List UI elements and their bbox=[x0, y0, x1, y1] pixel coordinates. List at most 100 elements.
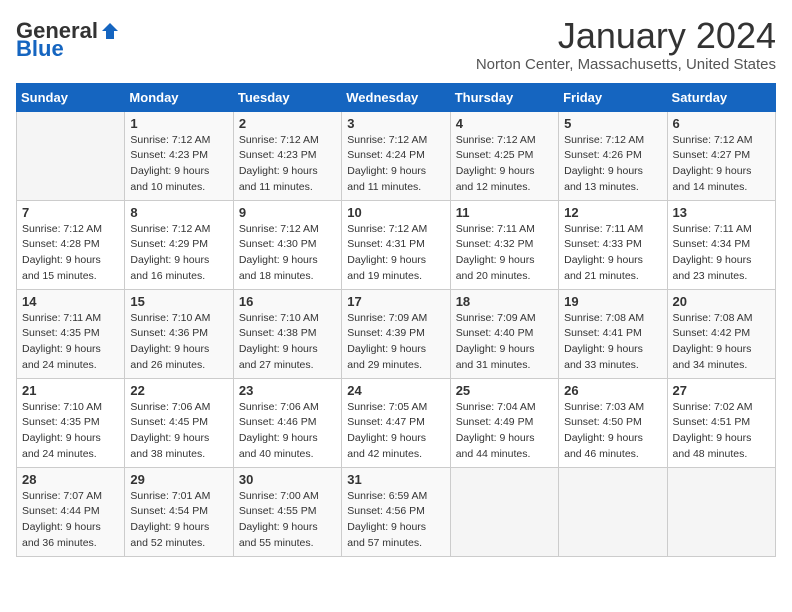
day-info: Sunrise: 7:09 AMSunset: 4:39 PMDaylight:… bbox=[347, 311, 444, 374]
day-number: 17 bbox=[347, 294, 444, 309]
day-number: 29 bbox=[130, 472, 227, 487]
day-number: 7 bbox=[22, 205, 119, 220]
calendar-cell: 15 Sunrise: 7:10 AMSunset: 4:36 PMDayligh… bbox=[125, 289, 233, 378]
weekday-header-row: SundayMondayTuesdayWednesdayThursdayFrid… bbox=[17, 83, 776, 111]
day-number: 14 bbox=[22, 294, 119, 309]
day-number: 27 bbox=[673, 383, 770, 398]
day-info: Sunrise: 7:00 AMSunset: 4:55 PMDaylight:… bbox=[239, 489, 336, 552]
calendar-table: SundayMondayTuesdayWednesdayThursdayFrid… bbox=[16, 83, 776, 557]
calendar-cell: 6 Sunrise: 7:12 AMSunset: 4:27 PMDaylight… bbox=[667, 111, 775, 200]
day-info: Sunrise: 7:12 AMSunset: 4:26 PMDaylight:… bbox=[564, 133, 661, 196]
day-info: Sunrise: 7:09 AMSunset: 4:40 PMDaylight:… bbox=[456, 311, 553, 374]
day-info: Sunrise: 7:06 AMSunset: 4:46 PMDaylight:… bbox=[239, 400, 336, 463]
calendar-cell bbox=[17, 111, 125, 200]
calendar-cell: 30 Sunrise: 7:00 AMSunset: 4:55 PMDayligh… bbox=[233, 467, 341, 556]
logo: General Blue bbox=[16, 20, 120, 60]
calendar-cell: 16Sunrise: 7:10 AMSunset: 4:38 PMDayligh… bbox=[233, 289, 341, 378]
day-number: 6 bbox=[673, 116, 770, 131]
weekday-header: Wednesday bbox=[342, 83, 450, 111]
day-info: Sunrise: 7:10 AMSunset: 4:36 PMDaylight:… bbox=[130, 311, 227, 374]
calendar-cell: 31 Sunrise: 6:59 AMSunset: 4:56 PMDayligh… bbox=[342, 467, 450, 556]
calendar-cell: 19Sunrise: 7:08 AMSunset: 4:41 PMDayligh… bbox=[559, 289, 667, 378]
weekday-header: Tuesday bbox=[233, 83, 341, 111]
calendar-cell: 4 Sunrise: 7:12 AMSunset: 4:25 PMDaylight… bbox=[450, 111, 558, 200]
weekday-header: Monday bbox=[125, 83, 233, 111]
day-info: Sunrise: 7:12 AMSunset: 4:24 PMDaylight:… bbox=[347, 133, 444, 196]
calendar-title: January 2024 bbox=[476, 16, 776, 56]
calendar-cell bbox=[559, 467, 667, 556]
calendar-cell: 10 Sunrise: 7:12 AMSunset: 4:31 PMDayligh… bbox=[342, 200, 450, 289]
day-info: Sunrise: 7:08 AMSunset: 4:42 PMDaylight:… bbox=[673, 311, 770, 374]
title-block: January 2024 Norton Center, Massachusett… bbox=[476, 16, 776, 73]
day-number: 13 bbox=[673, 205, 770, 220]
day-number: 11 bbox=[456, 205, 553, 220]
day-info: Sunrise: 7:12 AMSunset: 4:23 PMDaylight:… bbox=[130, 133, 227, 196]
calendar-cell: 3 Sunrise: 7:12 AMSunset: 4:24 PMDaylight… bbox=[342, 111, 450, 200]
day-number: 12 bbox=[564, 205, 661, 220]
calendar-cell: 5 Sunrise: 7:12 AMSunset: 4:26 PMDaylight… bbox=[559, 111, 667, 200]
calendar-cell: 18 Sunrise: 7:09 AMSunset: 4:40 PMDayligh… bbox=[450, 289, 558, 378]
day-info: Sunrise: 7:12 AMSunset: 4:30 PMDaylight:… bbox=[239, 222, 336, 285]
day-info: Sunrise: 7:10 AMSunset: 4:38 PMDaylight:… bbox=[239, 311, 336, 374]
day-number: 31 bbox=[347, 472, 444, 487]
calendar-cell: 24Sunrise: 7:05 AMSunset: 4:47 PMDayligh… bbox=[342, 378, 450, 467]
day-info: Sunrise: 6:59 AMSunset: 4:56 PMDaylight:… bbox=[347, 489, 444, 552]
calendar-cell: 9 Sunrise: 7:12 AMSunset: 4:30 PMDaylight… bbox=[233, 200, 341, 289]
weekday-header: Friday bbox=[559, 83, 667, 111]
day-number: 19 bbox=[564, 294, 661, 309]
day-number: 3 bbox=[347, 116, 444, 131]
calendar-cell bbox=[667, 467, 775, 556]
weekday-header: Sunday bbox=[17, 83, 125, 111]
day-number: 23 bbox=[239, 383, 336, 398]
day-number: 15 bbox=[130, 294, 227, 309]
day-info: Sunrise: 7:12 AMSunset: 4:25 PMDaylight:… bbox=[456, 133, 553, 196]
day-info: Sunrise: 7:01 AMSunset: 4:54 PMDaylight:… bbox=[130, 489, 227, 552]
day-number: 20 bbox=[673, 294, 770, 309]
day-number: 22 bbox=[130, 383, 227, 398]
day-number: 18 bbox=[456, 294, 553, 309]
day-number: 2 bbox=[239, 116, 336, 131]
calendar-week-row: 14Sunrise: 7:11 AMSunset: 4:35 PMDayligh… bbox=[17, 289, 776, 378]
calendar-week-row: 21Sunrise: 7:10 AMSunset: 4:35 PMDayligh… bbox=[17, 378, 776, 467]
day-number: 9 bbox=[239, 205, 336, 220]
calendar-cell: 8Sunrise: 7:12 AMSunset: 4:29 PMDaylight… bbox=[125, 200, 233, 289]
calendar-cell: 7Sunrise: 7:12 AMSunset: 4:28 PMDaylight… bbox=[17, 200, 125, 289]
day-info: Sunrise: 7:06 AMSunset: 4:45 PMDaylight:… bbox=[130, 400, 227, 463]
day-number: 24 bbox=[347, 383, 444, 398]
day-number: 4 bbox=[456, 116, 553, 131]
calendar-cell: 27Sunrise: 7:02 AMSunset: 4:51 PMDayligh… bbox=[667, 378, 775, 467]
day-number: 10 bbox=[347, 205, 444, 220]
calendar-week-row: 28 Sunrise: 7:07 AMSunset: 4:44 PMDayligh… bbox=[17, 467, 776, 556]
calendar-cell: 28 Sunrise: 7:07 AMSunset: 4:44 PMDayligh… bbox=[17, 467, 125, 556]
calendar-cell: 20 Sunrise: 7:08 AMSunset: 4:42 PMDayligh… bbox=[667, 289, 775, 378]
logo-blue: Blue bbox=[16, 38, 64, 60]
calendar-cell: 14Sunrise: 7:11 AMSunset: 4:35 PMDayligh… bbox=[17, 289, 125, 378]
weekday-header: Saturday bbox=[667, 83, 775, 111]
day-info: Sunrise: 7:12 AMSunset: 4:27 PMDaylight:… bbox=[673, 133, 770, 196]
calendar-cell bbox=[450, 467, 558, 556]
day-number: 26 bbox=[564, 383, 661, 398]
calendar-cell: 29 Sunrise: 7:01 AMSunset: 4:54 PMDayligh… bbox=[125, 467, 233, 556]
calendar-cell: 17 Sunrise: 7:09 AMSunset: 4:39 PMDayligh… bbox=[342, 289, 450, 378]
calendar-cell: 25Sunrise: 7:04 AMSunset: 4:49 PMDayligh… bbox=[450, 378, 558, 467]
day-info: Sunrise: 7:11 AMSunset: 4:33 PMDaylight:… bbox=[564, 222, 661, 285]
day-info: Sunrise: 7:11 AMSunset: 4:32 PMDaylight:… bbox=[456, 222, 553, 285]
day-number: 21 bbox=[22, 383, 119, 398]
calendar-cell: 21Sunrise: 7:10 AMSunset: 4:35 PMDayligh… bbox=[17, 378, 125, 467]
calendar-subtitle: Norton Center, Massachusetts, United Sta… bbox=[476, 56, 776, 73]
calendar-cell: 12 Sunrise: 7:11 AMSunset: 4:33 PMDayligh… bbox=[559, 200, 667, 289]
calendar-cell: 13Sunrise: 7:11 AMSunset: 4:34 PMDayligh… bbox=[667, 200, 775, 289]
calendar-cell: 1Sunrise: 7:12 AMSunset: 4:23 PMDaylight… bbox=[125, 111, 233, 200]
calendar-week-row: 1Sunrise: 7:12 AMSunset: 4:23 PMDaylight… bbox=[17, 111, 776, 200]
day-number: 30 bbox=[239, 472, 336, 487]
day-info: Sunrise: 7:07 AMSunset: 4:44 PMDaylight:… bbox=[22, 489, 119, 552]
day-info: Sunrise: 7:12 AMSunset: 4:31 PMDaylight:… bbox=[347, 222, 444, 285]
day-number: 5 bbox=[564, 116, 661, 131]
day-number: 28 bbox=[22, 472, 119, 487]
day-number: 8 bbox=[130, 205, 227, 220]
calendar-cell: 23 Sunrise: 7:06 AMSunset: 4:46 PMDayligh… bbox=[233, 378, 341, 467]
day-info: Sunrise: 7:04 AMSunset: 4:49 PMDaylight:… bbox=[456, 400, 553, 463]
day-info: Sunrise: 7:03 AMSunset: 4:50 PMDaylight:… bbox=[564, 400, 661, 463]
day-info: Sunrise: 7:12 AMSunset: 4:23 PMDaylight:… bbox=[239, 133, 336, 196]
logo-icon bbox=[100, 21, 120, 41]
